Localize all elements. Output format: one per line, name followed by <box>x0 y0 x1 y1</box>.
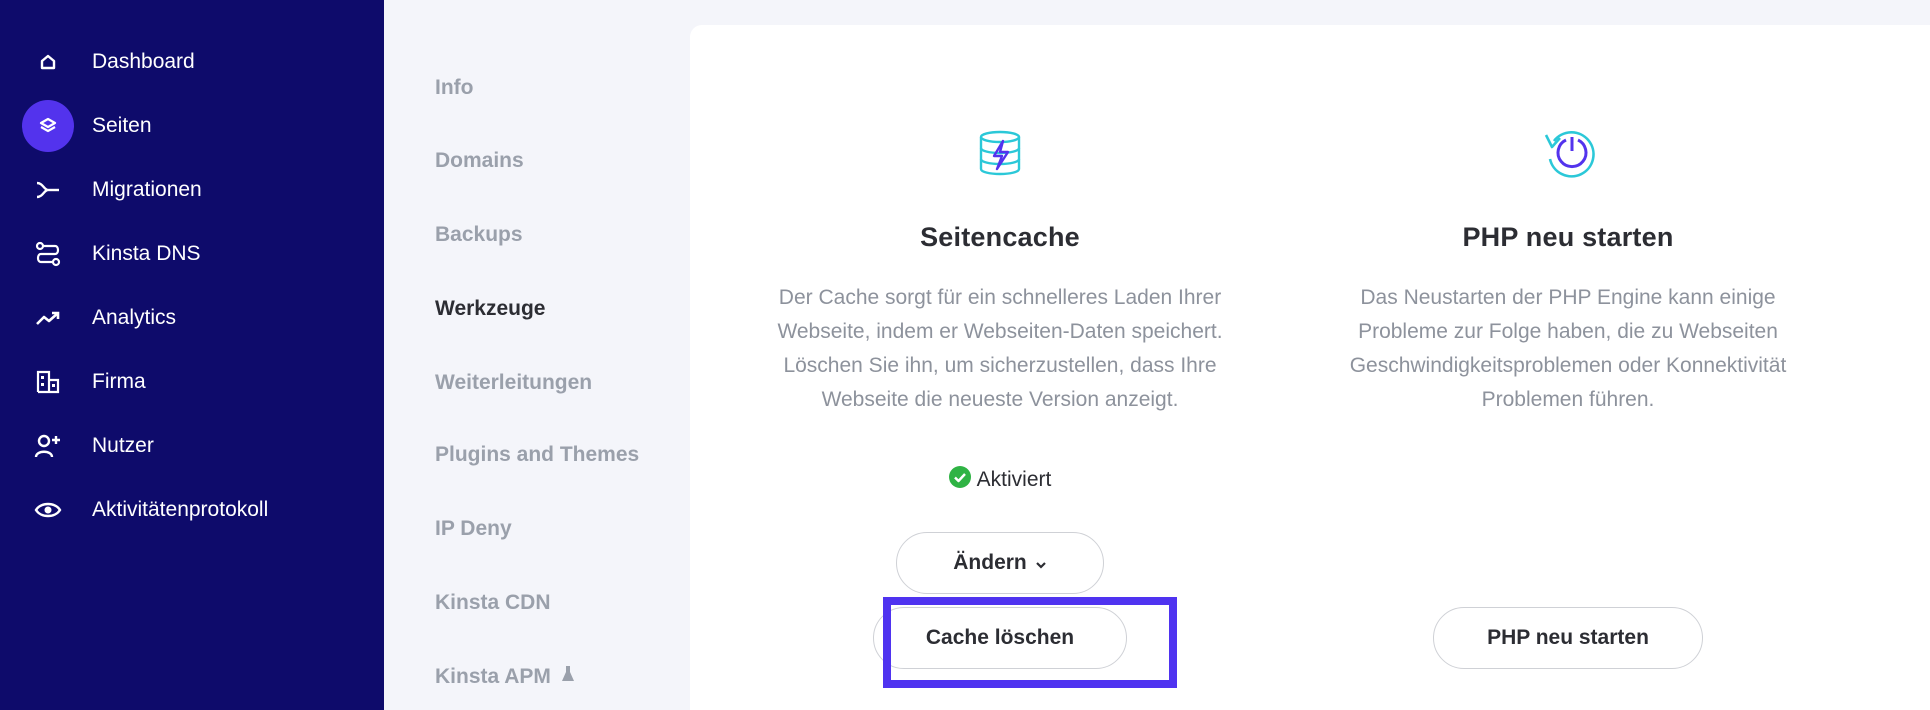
sidebar-item-label: Nutzer <box>92 434 154 457</box>
sidebar-item-migrationen[interactable]: Migrationen <box>22 164 362 216</box>
sidebar-item-nutzer[interactable]: Nutzer <box>22 420 362 472</box>
building-icon <box>22 356 74 408</box>
sidebar-item-label: Analytics <box>92 306 177 329</box>
change-button[interactable]: Ändern <box>896 532 1104 594</box>
site-subnav: Info Domains Backups Werkzeuge Weiterlei… <box>384 0 690 710</box>
php-panel-description: Das Neustarten der PHP Engine kann einig… <box>1349 286 1787 411</box>
sidebar-item-label: Firma <box>92 370 146 393</box>
change-button-label: Ändern <box>953 551 1027 574</box>
subnav-item-domains[interactable]: Domains <box>435 149 524 173</box>
cache-panel-title: Seitencache <box>920 222 1080 252</box>
dns-icon <box>22 228 74 280</box>
sidebar-item-kinsta-dns[interactable]: Kinsta DNS <box>22 228 362 280</box>
flask-icon <box>561 665 575 689</box>
subnav-item-ip-deny[interactable]: IP Deny <box>435 517 512 541</box>
highlight-box <box>883 597 1177 688</box>
migration-icon <box>22 164 74 216</box>
main-sidebar: Dashboard Seiten Migrationen Kinsta DNS … <box>0 0 384 710</box>
cache-status: Aktiviert <box>740 466 1260 494</box>
cache-status-label: Aktiviert <box>976 468 1052 491</box>
tools-card: Seitencache Der Cache sorgt für ein schn… <box>690 25 1930 710</box>
restart-power-icon <box>1540 129 1596 184</box>
sidebar-item-analytics[interactable]: Analytics <box>22 292 362 344</box>
sidebar-item-label: Dashboard <box>92 50 195 73</box>
sidebar-item-seiten[interactable]: Seiten <box>22 100 362 152</box>
sidebar-item-dashboard[interactable]: Dashboard <box>22 36 362 88</box>
restart-php-button-label: PHP neu starten <box>1487 626 1649 649</box>
subnav-item-kinsta-apm[interactable]: Kinsta APM <box>435 665 575 689</box>
sidebar-item-label: Kinsta DNS <box>92 242 201 265</box>
php-panel: PHP neu starten Das Neustarten der PHP E… <box>1308 25 1828 685</box>
cache-panel-description: Der Cache sorgt für ein schnelleres Lade… <box>777 286 1223 411</box>
subnav-item-label: Kinsta APM <box>435 665 551 688</box>
sidebar-item-aktivitaetenprotokoll[interactable]: Aktivitätenprotokoll <box>22 484 362 536</box>
sidebar-item-label: Migrationen <box>92 178 202 201</box>
cache-panel: Seitencache Der Cache sorgt für ein schn… <box>740 25 1260 685</box>
chevron-down-icon <box>1035 551 1047 575</box>
layers-icon <box>22 100 74 152</box>
sidebar-item-label: Aktivitätenprotokoll <box>92 498 269 521</box>
subnav-item-werkzeuge[interactable]: Werkzeuge <box>435 297 546 321</box>
check-circle-icon <box>948 466 971 494</box>
php-panel-title: PHP neu starten <box>1462 222 1674 252</box>
restart-php-button[interactable]: PHP neu starten <box>1433 607 1703 669</box>
home-icon <box>22 36 74 88</box>
subnav-item-info[interactable]: Info <box>435 76 473 100</box>
add-user-icon <box>22 420 74 472</box>
subnav-item-kinsta-cdn[interactable]: Kinsta CDN <box>435 591 551 615</box>
eye-icon <box>22 484 74 536</box>
subnav-item-backups[interactable]: Backups <box>435 223 523 247</box>
sidebar-item-label: Seiten <box>92 114 152 137</box>
subnav-item-plugins-themes[interactable]: Plugins and Themes <box>435 443 639 467</box>
database-lightning-icon <box>977 129 1023 182</box>
subnav-item-weiterleitungen[interactable]: Weiterleitungen <box>435 371 592 395</box>
sidebar-item-firma[interactable]: Firma <box>22 356 362 408</box>
trend-icon <box>22 292 74 344</box>
